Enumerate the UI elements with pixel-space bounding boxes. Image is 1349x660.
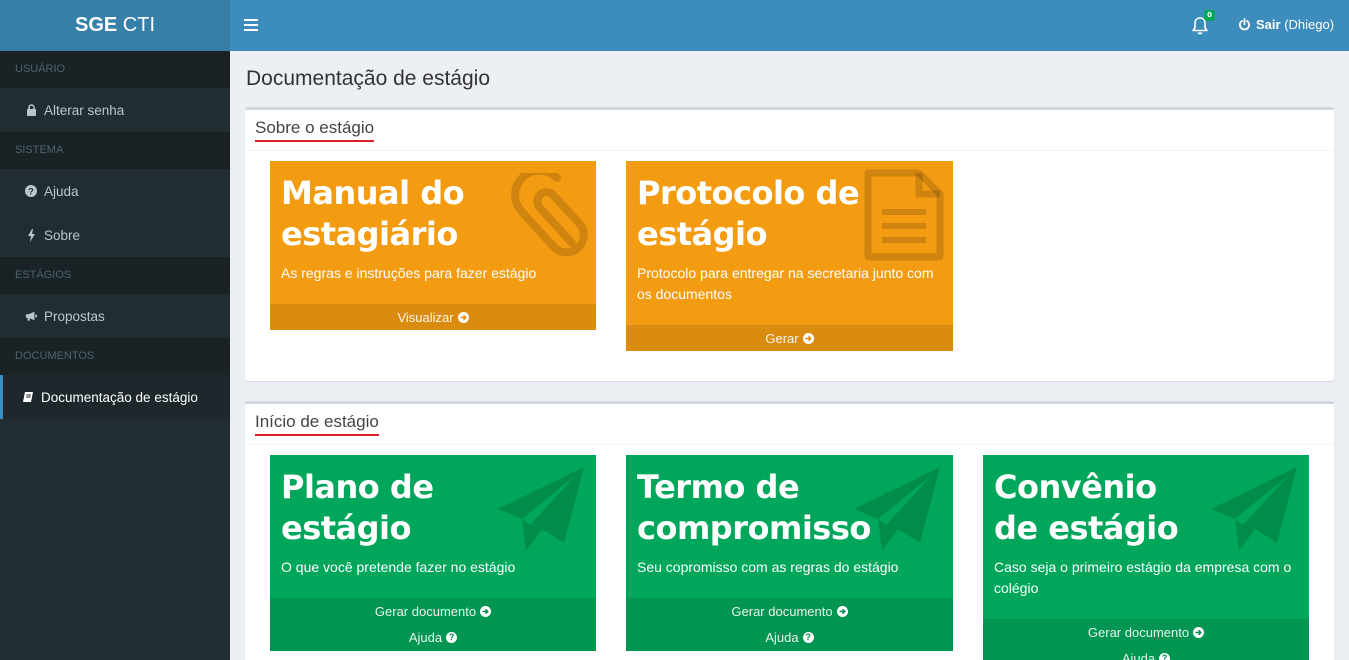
question-circle-icon: ? [25,185,37,197]
sidebar-toggle-icon[interactable] [244,17,258,33]
paper-plane-icon [498,467,584,551]
arrow-circle-right-icon [457,311,469,323]
tile-description: As regras e instruções para fazer estági… [281,265,537,281]
page-title: Documentação de estágio [246,67,490,90]
logout-username: (Dhiego) [1284,17,1335,32]
tile-plano-de-estagio: Plano de estágio O que você pretende faze… [270,455,596,651]
logo-bold: SGE [74,14,118,36]
tile-title: Convênio de estágio [994,468,1179,547]
notification-badge: 0 [1204,10,1215,21]
sidebar-item-label: Documentação de estágio [41,389,198,405]
sidebar-section-sistema: SISTEMA [0,132,230,169]
lock-icon [25,104,37,116]
arrow-circle-right-icon [836,605,848,617]
question-circle-icon: ? [446,632,458,643]
paper-plane-icon [1211,467,1297,551]
ajuda-button[interactable]: Ajuda ? [270,624,596,651]
sidebar-item-alterar-senha[interactable]: Alterar senha [0,88,230,132]
sidebar-item-label: Sobre [44,227,81,243]
visualizar-button[interactable]: Visualizar [270,304,596,330]
logo-rest: CTI [117,14,156,36]
sidebar-section-usuario: USUÁRIO [0,51,230,88]
arrow-circle-right-icon [480,605,492,617]
bolt-icon [25,228,37,242]
sidebar-item-documentacao[interactable]: Documentação de estágio [0,375,230,419]
tile-description: Protocolo para entregar na secretaria ju… [637,265,934,302]
question-circle-icon: ? [802,632,814,643]
arrow-circle-right-icon [802,332,814,344]
ajuda-button[interactable]: Ajuda ? [626,624,953,651]
sidebar-item-label: Propostas [44,308,105,324]
tile-title: Manual do estagiário [281,174,465,253]
gerar-button[interactable]: Gerar [626,325,953,351]
box-sobre-estagio: Sobre o estágio Manual do estagiário As r… [245,107,1334,381]
box-title: Sobre o estágio [255,118,375,142]
arrow-circle-right-icon [1193,626,1205,638]
tile-protocolo-de-estagio: Protocolo de estágio Protocolo para entre… [626,161,953,351]
app-logo[interactable]: SGE CTI [0,0,230,51]
tile-description: O que você pretende fazer no estágio [281,559,516,575]
file-text-icon [864,169,944,261]
sidebar-item-ajuda[interactable]: ? Ajuda [0,169,230,213]
book-icon [22,391,34,403]
sidebar-item-propostas[interactable]: Propostas [0,294,230,338]
question-circle-icon: ? [1159,653,1171,660]
sidebar-section-documentos: DOCUMENTOS [0,338,230,375]
tile-description: Seu copromisso com as regras do estágio [637,559,899,575]
sidebar-item-label: Alterar senha [44,102,125,118]
logout-label: Sair [1256,17,1281,32]
sidebar: USUÁRIO Alterar senha SISTEMA ? Ajuda So… [0,51,230,660]
logout-button[interactable]: Sair (Dhiego) [1238,17,1334,32]
box-inicio-estagio: Início de estágio Plano de estágio O que … [245,401,1334,660]
tile-title: Termo de compromisso [637,468,871,547]
tile-termo-de-compromisso: Termo de compromisso Seu copromisso com a… [626,455,953,651]
top-navbar: SGE CTI 0 Sair (Dhiego) [0,0,1349,51]
gerar-documento-button[interactable]: Gerar documento [626,598,953,624]
tile-title: Protocolo de estágio [637,174,860,253]
gerar-documento-button[interactable]: Gerar documento [983,619,1309,645]
tile-convenio-de-estagio: Convênio de estágio Caso seja o primeiro … [983,455,1309,660]
sidebar-item-label: Ajuda [44,183,79,199]
sidebar-section-estagios: ESTÁGIOS [0,257,230,294]
ajuda-button[interactable]: Ajuda ? [983,645,1309,660]
power-icon [1239,18,1250,31]
svg-text:?: ? [28,187,34,197]
tile-description: Caso seja o primeiro estágio da empresa … [994,559,1292,596]
gerar-documento-button[interactable]: Gerar documento [270,598,596,624]
box-title: Início de estágio [255,412,379,436]
main-content: Documentação de estágio Sobre o estágio … [230,51,1349,660]
tile-title: Plano de estágio [281,468,434,547]
sidebar-item-sobre[interactable]: Sobre [0,213,230,257]
tile-manual-do-estagiario: Manual do estagiário As regras e instruçõ… [270,161,596,330]
paperclip-icon [511,173,588,257]
bullhorn-icon [25,310,37,322]
